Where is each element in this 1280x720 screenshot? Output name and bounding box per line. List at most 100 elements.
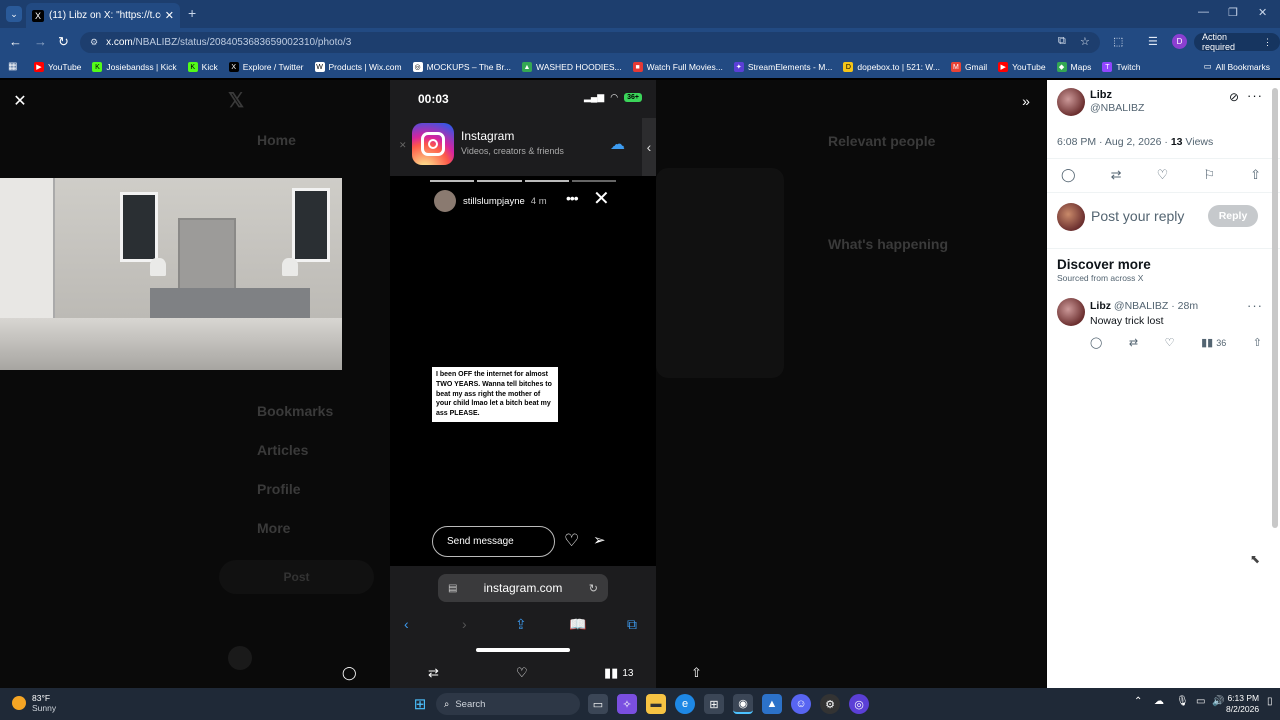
nav-more[interactable]: More	[257, 520, 290, 536]
reply-icon[interactable]: ◯	[1061, 167, 1076, 183]
scrollbar[interactable]	[1272, 88, 1278, 528]
post-more-icon[interactable]: ···	[1247, 298, 1263, 313]
phone-status-icons: ▂▄▆ ◠ 36+	[584, 92, 642, 103]
reply-button[interactable]: Reply	[1208, 205, 1258, 227]
story-progress	[430, 180, 616, 182]
grok-icon[interactable]: ⊘	[1229, 90, 1239, 104]
bookmark-item[interactable]: ◎ MOCKUPS – The Br...	[412, 62, 511, 72]
expand-panel-icon[interactable]: »	[1015, 90, 1037, 112]
bookmark-icon[interactable]: ⚐	[1203, 167, 1215, 183]
video-thumbnail[interactable]	[0, 178, 342, 370]
maximize-icon[interactable]: ❐	[1228, 6, 1238, 19]
repost-icon[interactable]: ⇄	[1111, 167, 1122, 183]
post-author-name: Libz	[1090, 300, 1111, 312]
like-heart-icon[interactable]: ♡	[1165, 336, 1175, 349]
url-path: /NBALIBZ/status/2084053683659002310/phot…	[132, 37, 352, 48]
reading-list-icon[interactable]: ☰	[1148, 35, 1158, 48]
tab-close-icon[interactable]: ✕	[165, 9, 174, 22]
store-icon[interactable]: ⊞	[704, 694, 724, 714]
edge-icon[interactable]: e	[675, 694, 695, 714]
like-heart-icon[interactable]: ♡	[1157, 167, 1169, 183]
bookmark-item[interactable]: ▶ YouTube	[998, 62, 1046, 72]
volume-icon[interactable]: 🔊	[1212, 696, 1224, 707]
bookmark-item[interactable]: ■ Watch Full Movies...	[632, 62, 723, 72]
extensions-icon[interactable]: ⬚	[1113, 35, 1123, 48]
action-required-button[interactable]: Action required ⋮	[1194, 32, 1280, 52]
story-screenshot: 00:03 ▂▄▆ ◠ 36+ ✕ Instagram Videos, crea…	[390, 80, 656, 688]
tab-active[interactable]: X (11) Libz on X: "https://t.co/eYa ✕	[26, 3, 180, 28]
repost-icon[interactable]: ⇄	[428, 665, 439, 681]
bookmark-item[interactable]: M Gmail	[950, 62, 987, 72]
repost-icon[interactable]: ⇄	[1129, 336, 1138, 349]
share-upload-icon[interactable]: ⇧	[1250, 167, 1261, 183]
tray-chevron-icon[interactable]: ⌃	[1134, 696, 1142, 707]
onedrive-icon[interactable]: ☁	[1154, 696, 1164, 707]
app-icon[interactable]: ◎	[849, 694, 869, 714]
nav-home[interactable]: Home	[257, 132, 296, 148]
chrome-icon[interactable]: ◉	[733, 694, 753, 714]
url-input[interactable]: ⚙ x.com/NBALIBZ/status/20840536836590023…	[80, 32, 1100, 53]
back-arrow-icon[interactable]: ←	[9, 34, 22, 49]
minimize-icon[interactable]: —	[1198, 6, 1209, 18]
more-options-icon[interactable]: ···	[1247, 88, 1263, 103]
notifications-icon[interactable]: ▯	[1267, 696, 1273, 707]
all-bookmarks-button[interactable]: ▭ All Bookmarks	[1204, 61, 1270, 72]
like-heart-icon[interactable]: ♡	[516, 665, 528, 681]
bookmark-item[interactable]: ▲ WASHED HOODIES...	[521, 62, 622, 72]
reply-icon[interactable]: ◯	[1090, 336, 1102, 349]
share-upload-icon[interactable]: ⇧	[1253, 336, 1262, 349]
bookmark-favicon-icon: ◎	[412, 62, 423, 72]
bookmark-item[interactable]: ▶ YouTube	[34, 62, 81, 72]
post-avatar[interactable]	[1057, 298, 1085, 326]
site-info-icon[interactable]: ⚙	[90, 37, 98, 48]
install-app-icon[interactable]: ⧉	[1058, 35, 1066, 48]
nav-bookmarks[interactable]: Bookmarks	[257, 403, 333, 419]
microphone-icon[interactable]: 🎙	[1176, 696, 1189, 707]
taskbar-clock[interactable]: 6:13 PM 8/2/2026	[1226, 693, 1259, 715]
steam-icon[interactable]: ⚙	[820, 694, 840, 714]
weather-widget[interactable]: 83°F Sunny	[12, 693, 56, 713]
network-icon[interactable]: ▭	[1196, 696, 1205, 707]
window-close-icon[interactable]: ✕	[1258, 6, 1267, 19]
author-avatar[interactable]	[1057, 88, 1085, 116]
nav-articles[interactable]: Articles	[257, 442, 308, 458]
views-button[interactable]: ▮▮ 36	[1201, 336, 1226, 349]
new-tab-button[interactable]: +	[188, 5, 196, 21]
bookmark-item[interactable]: ✦ StreamElements - M...	[733, 62, 832, 72]
task-view-icon[interactable]: ▭	[588, 694, 608, 714]
bookmark-item[interactable]: T Twitch	[1102, 62, 1140, 72]
page-viewport: 𝕏 Home Bookmarks Articles Profile More P…	[0, 80, 1280, 688]
nav-profile[interactable]: Profile	[257, 481, 301, 497]
bookmark-item[interactable]: K Kick	[187, 62, 218, 72]
bookmark-item[interactable]: X Explore / Twitter	[228, 62, 304, 72]
clock-time: 6:13 PM	[1227, 693, 1260, 703]
taskbar-search[interactable]: ⌕ Search	[436, 693, 580, 715]
views-button[interactable]: ▮▮ 13	[604, 665, 633, 681]
post-button[interactable]: Post	[219, 560, 374, 594]
tab-search-chevron-icon[interactable]: ⌄	[6, 6, 22, 22]
author-handle[interactable]: @NBALIBZ	[1090, 102, 1144, 114]
file-explorer-icon[interactable]: ▬	[646, 694, 666, 714]
bookmark-item[interactable]: W Products | Wix.com	[314, 62, 402, 72]
post-author[interactable]: Libz @NBALIBZ · 28m	[1090, 300, 1198, 312]
author-name[interactable]: Libz	[1090, 89, 1112, 101]
account-avatar[interactable]	[228, 646, 252, 670]
bookmark-item[interactable]: Ddopebox.to | 521: W...	[843, 62, 940, 72]
windows-start-icon[interactable]: ⊞	[410, 694, 430, 714]
profile-avatar[interactable]: D	[1172, 34, 1187, 49]
bookmark-item[interactable]: K Josiebandss | Kick	[92, 62, 177, 72]
apps-grid-icon[interactable]: ▦	[8, 61, 20, 73]
close-media-icon[interactable]: ✕	[9, 90, 31, 112]
share-upload-icon[interactable]: ⇧	[691, 665, 702, 681]
reply-icon[interactable]: ◯	[342, 665, 357, 681]
bookmark-favicon-icon: ▲	[521, 62, 532, 72]
discord-icon[interactable]: ☺	[791, 694, 811, 714]
forward-arrow-icon[interactable]: →	[34, 34, 47, 49]
reply-input[interactable]: Post your reply	[1091, 208, 1184, 224]
copilot-icon[interactable]: ✧	[617, 694, 637, 714]
reload-icon[interactable]: ↻	[58, 34, 69, 50]
star-bookmark-icon[interactable]: ☆	[1080, 35, 1090, 48]
photos-icon[interactable]: ▲	[762, 694, 782, 714]
bookmark-item[interactable]: ◆ Maps	[1056, 62, 1091, 72]
post-timestamp[interactable]: 6:08 PM · Aug 2, 2026 ·	[1057, 136, 1171, 148]
